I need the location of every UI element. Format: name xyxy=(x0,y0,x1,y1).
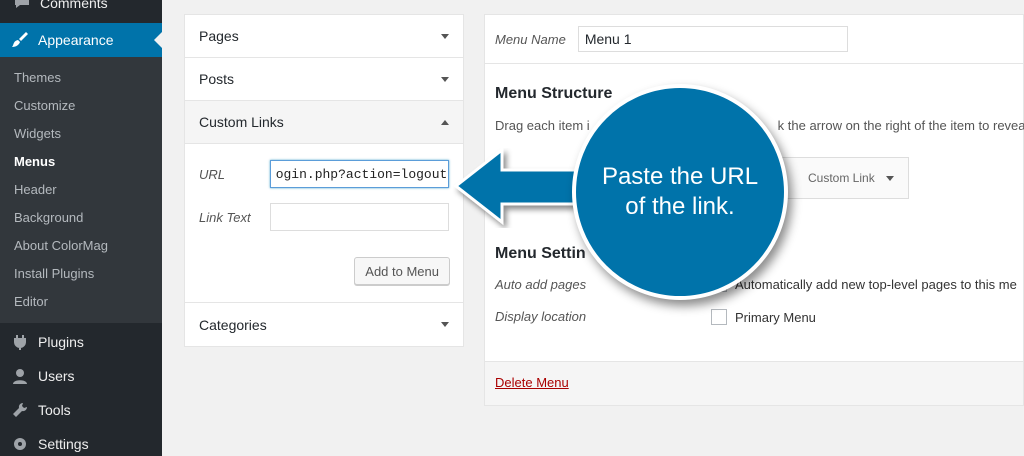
submenu-item-background[interactable]: Background xyxy=(0,203,162,231)
submenu-item-widgets[interactable]: Widgets xyxy=(0,119,162,147)
primary-menu-checkbox[interactable] xyxy=(711,309,727,325)
submenu-item-menus[interactable]: Menus xyxy=(0,147,162,175)
auto-add-pages-text: Automatically add new top-level pages to… xyxy=(735,277,1017,292)
menu-name-label: Menu Name xyxy=(495,31,566,47)
url-input-value: ogin.php?action=logout xyxy=(275,166,448,182)
admin-sidebar: Comments Appearance Themes Customize Wid… xyxy=(0,0,162,456)
menu-structure-title: Menu Structure xyxy=(495,85,613,102)
submenu-item-editor[interactable]: Editor xyxy=(0,287,162,315)
sidebar-item-comments[interactable]: Comments xyxy=(0,0,162,18)
sidebar-item-settings[interactable]: Settings xyxy=(0,427,162,456)
accordion-categories[interactable]: Categories xyxy=(185,303,463,346)
add-to-menu-button[interactable]: Add to Menu xyxy=(354,257,450,285)
comment-icon xyxy=(14,0,30,12)
item-expand-arrow-icon[interactable] xyxy=(886,176,894,181)
menu-name-row: Menu Name Menu 1 xyxy=(485,15,1023,64)
callout-line: Paste the URL xyxy=(601,163,759,190)
sidebar-item-label: Appearance xyxy=(38,32,114,48)
add-menu-items-accordion: Pages Posts Custom Links URL ogin.php?ac… xyxy=(184,14,464,347)
menu-item-type: Custom Link xyxy=(808,171,875,185)
sidebar-item-users[interactable]: Users xyxy=(0,359,162,393)
submenu-item-header[interactable]: Header xyxy=(0,175,162,203)
custom-links-panel: URL ogin.php?action=logout Link Text Add… xyxy=(185,144,463,303)
accordion-custom-links[interactable]: Custom Links xyxy=(185,101,463,144)
sidebar-item-plugins[interactable]: Plugins xyxy=(0,325,162,359)
accordion-pages[interactable]: Pages xyxy=(185,15,463,58)
paintbrush-icon xyxy=(10,30,30,50)
menu-editor-footer: Delete Menu xyxy=(485,361,1023,405)
accordion-posts[interactable]: Posts xyxy=(185,58,463,101)
caret-down-icon xyxy=(441,322,449,327)
description-part: Drag each item i xyxy=(495,118,590,133)
auto-add-pages-label: Auto add pages xyxy=(495,277,587,292)
menu-name-input[interactable]: Menu 1 xyxy=(577,26,848,52)
submenu-item-about-colormag[interactable]: About ColorMag xyxy=(0,231,162,259)
accordion-title: Pages xyxy=(199,28,239,44)
annotation-arrow xyxy=(453,148,592,226)
menu-name-value: Menu 1 xyxy=(584,31,632,47)
plugin-icon xyxy=(10,332,30,352)
sidebar-item-label: Comments xyxy=(40,0,108,11)
caret-down-icon xyxy=(441,33,449,39)
url-label: URL xyxy=(199,166,226,182)
accordion-title: Posts xyxy=(199,71,235,87)
settings-icon xyxy=(10,434,30,454)
display-location-label: Display location xyxy=(495,309,587,324)
caret-down-icon xyxy=(441,76,449,82)
primary-menu-text: Primary Menu xyxy=(735,310,816,325)
submenu-item-customize[interactable]: Customize xyxy=(0,91,162,119)
appearance-submenu: Themes Customize Widgets Menus Header Ba… xyxy=(0,57,162,323)
menu-item-custom-link[interactable]: Custom Link xyxy=(775,157,909,199)
link-text-input[interactable] xyxy=(269,203,449,231)
submenu-item-install-plugins[interactable]: Install Plugins xyxy=(0,259,162,287)
submenu-item-themes[interactable]: Themes xyxy=(0,63,162,91)
caret-up-icon xyxy=(441,119,449,125)
description-part: k the arrow on the right of the item to … xyxy=(777,118,1024,133)
sidebar-item-label: Tools xyxy=(38,402,71,418)
sidebar-item-label: Plugins xyxy=(38,334,84,350)
user-icon xyxy=(10,366,30,386)
menu-settings-title: Menu Settin xyxy=(495,245,586,262)
annotation-callout: Paste the URL of the link. xyxy=(572,84,788,300)
sidebar-item-label: Users xyxy=(38,368,75,384)
wrench-icon xyxy=(10,400,30,420)
accordion-title: Categories xyxy=(199,316,267,333)
sidebar-item-label: Settings xyxy=(38,436,89,452)
link-text-label: Link Text xyxy=(199,209,251,225)
url-input[interactable]: ogin.php?action=logout xyxy=(269,160,449,188)
callout-line: of the link. xyxy=(625,193,735,220)
delete-menu-link[interactable]: Delete Menu xyxy=(495,375,569,390)
sidebar-item-appearance[interactable]: Appearance xyxy=(0,23,162,57)
sidebar-item-tools[interactable]: Tools xyxy=(0,393,162,427)
accordion-title: Custom Links xyxy=(199,114,284,130)
